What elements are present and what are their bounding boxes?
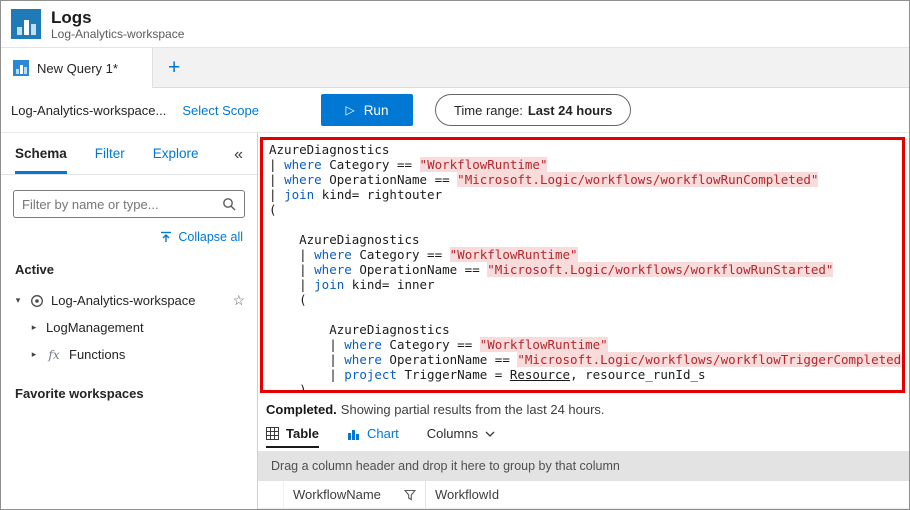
function-icon: fx — [48, 347, 60, 362]
code-line: | join kind= inner — [269, 277, 435, 292]
query-tab-icon — [13, 60, 29, 76]
status-message: Showing partial results from the last 24… — [340, 402, 605, 417]
code-line: | where OperationName == "Microsoft.Logi… — [269, 262, 834, 277]
tab-chart[interactable]: Chart — [347, 426, 399, 448]
sidebar-tabs: Schema Filter Explore « — [1, 133, 257, 175]
row-gutter — [258, 481, 284, 508]
group-by-hint: Drag a column header and drop it here to… — [271, 459, 620, 473]
logs-app-icon — [11, 9, 41, 39]
chevron-down-icon — [485, 431, 495, 437]
page-title: Logs — [51, 7, 92, 27]
results-header-row: WorkflowName WorkflowId — [258, 481, 909, 509]
table-icon — [266, 427, 279, 440]
code-line: | project TriggerName = Resource, resour… — [269, 367, 706, 382]
play-icon: ▷ — [345, 103, 355, 117]
code-line: | where Category == "WorkflowRuntime" — [269, 157, 548, 172]
column-header-label: WorkflowId — [435, 487, 500, 502]
logs-window: Logs Log-Analytics-workspace New Query 1… — [0, 0, 910, 510]
collapse-pane-button[interactable]: « — [234, 133, 243, 174]
add-tab-button[interactable]: + — [153, 48, 195, 87]
page-header: Logs Log-Analytics-workspace — [1, 1, 909, 48]
results-tabs: Table Chart Columns — [258, 417, 909, 451]
code-line: | where Category == "WorkflowRuntime" — [269, 247, 578, 262]
query-status: Completed. Showing partial results from t… — [258, 393, 909, 417]
tab-new-query-1[interactable]: New Query 1* — [1, 48, 153, 88]
code-line: | where OperationName == "Microsoft.Logi… — [269, 172, 819, 187]
tab-table-label: Table — [286, 426, 319, 441]
tab-table[interactable]: Table — [266, 426, 319, 448]
search-icon — [222, 197, 236, 211]
run-button[interactable]: ▷ Run — [320, 94, 413, 126]
tree-item-workspace[interactable]: ▾ Log-Analytics-workspace ☆ — [1, 287, 257, 314]
tree-item-label: LogManagement — [46, 320, 144, 335]
chart-icon — [347, 427, 360, 440]
collapse-all-label: Collapse all — [178, 230, 243, 244]
tree-item-label: Functions — [69, 347, 126, 362]
tab-schema[interactable]: Schema — [15, 133, 67, 174]
query-tab-label: New Query 1* — [37, 60, 118, 76]
time-range-value: Last 24 hours — [527, 102, 613, 118]
time-range-label: Time range: — [453, 102, 523, 118]
code-line: AzureDiagnostics — [269, 232, 420, 247]
status-state: Completed. — [266, 402, 337, 417]
active-section-heading: Active — [15, 262, 55, 277]
chevron-right-icon[interactable]: ▸ — [29, 349, 39, 360]
chevron-right-icon[interactable]: ▸ — [29, 322, 39, 333]
filter-funnel-icon[interactable] — [404, 489, 416, 501]
tree-item-label: Log-Analytics-workspace — [51, 293, 196, 308]
select-scope-link[interactable]: Select Scope — [182, 103, 259, 118]
run-button-label: Run — [363, 102, 389, 118]
workspace-icon — [30, 294, 44, 308]
code-line: AzureDiagnostics — [269, 142, 390, 157]
columns-dropdown-label: Columns — [426, 426, 479, 441]
code-line: ) — [269, 382, 307, 393]
query-main: AzureDiagnostics | where Category == "Wor… — [258, 133, 909, 509]
code-line: ( — [269, 202, 277, 217]
query-editor[interactable]: AzureDiagnostics | where Category == "Wor… — [260, 137, 905, 393]
code-line: | where OperationName == "Microsoft.Logi… — [269, 352, 902, 367]
query-tab-bar: New Query 1* + — [1, 48, 909, 88]
column-header-workflowid[interactable]: WorkflowId — [426, 481, 616, 508]
tree-item-functions[interactable]: ▸ fx Functions — [1, 341, 257, 368]
columns-dropdown[interactable]: Columns — [427, 426, 495, 448]
column-header-workflowname[interactable]: WorkflowName — [284, 481, 426, 508]
schema-filter-box — [13, 190, 245, 218]
code-line: | where Category == "WorkflowRuntime" — [269, 337, 608, 352]
page-subtitle: Log-Analytics-workspace — [51, 26, 185, 41]
collapse-all-icon — [160, 231, 172, 243]
tab-explore[interactable]: Explore — [153, 133, 199, 174]
favorites-section-heading: Favorite workspaces — [15, 386, 144, 401]
tab-filter[interactable]: Filter — [95, 133, 125, 174]
column-header-label: WorkflowName — [293, 487, 381, 502]
schema-tree: ▾ Log-Analytics-workspace ☆ ▸ LogManagem… — [1, 287, 257, 368]
time-range-dropdown[interactable]: Time range: Last 24 hours — [434, 94, 632, 126]
query-toolbar: Log-Analytics-workspace... Select Scope … — [1, 88, 909, 133]
favorite-star-icon[interactable]: ☆ — [232, 292, 245, 309]
schema-filter-input[interactable] — [22, 196, 216, 212]
schema-sidebar: Schema Filter Explore « Collapse all Act… — [1, 133, 258, 509]
tree-item-logmanagement[interactable]: ▸ LogManagement — [1, 314, 257, 341]
collapse-all-button[interactable]: Collapse all — [15, 230, 243, 244]
tab-chart-label: Chart — [367, 426, 399, 441]
group-by-dropzone: Drag a column header and drop it here to… — [258, 451, 909, 481]
chevron-down-icon[interactable]: ▾ — [13, 295, 23, 306]
scope-label: Log-Analytics-workspace... — [11, 102, 167, 118]
content-area: Schema Filter Explore « Collapse all Act… — [1, 133, 909, 509]
code-line: AzureDiagnostics — [269, 322, 450, 337]
code-line: | join kind= rightouter — [269, 187, 443, 202]
code-line: ( — [269, 292, 307, 307]
